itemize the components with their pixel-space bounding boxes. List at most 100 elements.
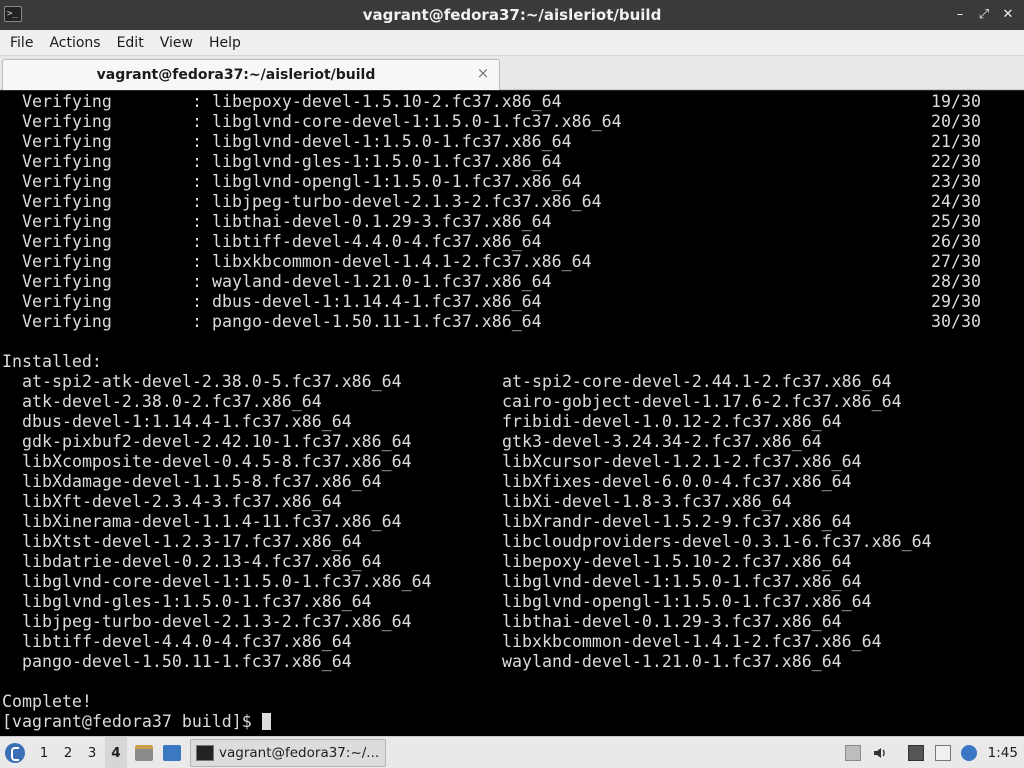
installed-package: libXfixes-devel-6.0.0-4.fc37.x86_64: [502, 472, 852, 491]
verify-action: Verifying: [22, 312, 112, 331]
installed-header: Installed:: [2, 352, 102, 371]
installed-package: gdk-pixbuf2-devel-2.42.10-1.fc37.x86_64: [22, 432, 412, 451]
installed-package: dbus-devel-1:1.14.4-1.fc37.x86_64: [22, 412, 352, 431]
installed-package: fribidi-devel-1.0.12-2.fc37.x86_64: [502, 412, 842, 431]
verify-count: 26/30: [931, 232, 981, 251]
verify-package: : libjpeg-turbo-devel-2.1.3-2.fc37.x86_6…: [192, 192, 602, 211]
installed-package: libglvnd-devel-1:1.5.0-1.fc37.x86_64: [502, 572, 862, 591]
installed-package: libcloudproviders-devel-0.3.1-6.fc37.x86…: [502, 532, 932, 551]
menu-view[interactable]: View: [152, 30, 201, 56]
verify-count: 27/30: [931, 252, 981, 271]
installed-package: libXtst-devel-1.2.3-17.fc37.x86_64: [22, 532, 362, 551]
verify-action: Verifying: [22, 232, 112, 251]
verify-action: Verifying: [22, 272, 112, 291]
menu-help[interactable]: Help: [201, 30, 249, 56]
verify-count: 25/30: [931, 212, 981, 231]
taskbar: 1 2 3 4 vagrant@fedora37:~/... 1:45: [0, 736, 1024, 768]
installed-package: libglvnd-opengl-1:1.5.0-1.fc37.x86_64: [502, 592, 872, 611]
verify-count: 22/30: [931, 152, 981, 171]
menu-file[interactable]: File: [2, 30, 41, 56]
installed-package: wayland-devel-1.21.0-1.fc37.x86_64: [502, 652, 842, 671]
verify-count: 21/30: [931, 132, 981, 151]
verify-package: : libtiff-devel-4.4.0-4.fc37.x86_64: [192, 232, 542, 251]
installed-package: libXinerama-devel-1.1.4-11.fc37.x86_64: [22, 512, 402, 531]
taskbar-terminal-button[interactable]: vagrant@fedora37:~/...: [190, 739, 386, 767]
installed-package: libjpeg-turbo-devel-2.1.3-2.fc37.x86_64: [22, 612, 412, 631]
installed-package: libdatrie-devel-0.2.13-4.fc37.x86_64: [22, 552, 382, 571]
verify-package: : libglvnd-core-devel-1:1.5.0-1.fc37.x86…: [192, 112, 622, 131]
terminal-output[interactable]: Verifying : libepoxy-devel-1.5.10-2.fc37.…: [0, 91, 1024, 736]
verify-package: : libxkbcommon-devel-1.4.1-2.fc37.x86_64: [192, 252, 592, 271]
installed-package: libXrandr-devel-1.5.2-9.fc37.x86_64: [502, 512, 852, 531]
menu-edit[interactable]: Edit: [109, 30, 152, 56]
verify-package: : wayland-devel-1.21.0-1.fc37.x86_64: [192, 272, 552, 291]
verify-package: : libglvnd-opengl-1:1.5.0-1.fc37.x86_64: [192, 172, 582, 191]
taskbar-task-label: vagrant@fedora37:~/...: [219, 745, 380, 761]
installed-package: libXdamage-devel-1.1.5-8.fc37.x86_64: [22, 472, 382, 491]
verify-count: 28/30: [931, 272, 981, 291]
close-icon[interactable]: ✕: [998, 6, 1018, 24]
installed-package: libepoxy-devel-1.5.10-2.fc37.x86_64: [502, 552, 852, 571]
maximize-icon[interactable]: ⤢: [974, 6, 994, 24]
installed-package: libglvnd-gles-1:1.5.0-1.fc37.x86_64: [22, 592, 372, 611]
installed-package: at-spi2-core-devel-2.44.1-2.fc37.x86_64: [502, 372, 892, 391]
verify-package: : libepoxy-devel-1.5.10-2.fc37.x86_64: [192, 92, 562, 111]
workspace-1[interactable]: 1: [33, 737, 55, 768]
verify-action: Verifying: [22, 172, 112, 191]
installed-package: libXcomposite-devel-0.4.5-8.fc37.x86_64: [22, 452, 412, 471]
verify-action: Verifying: [22, 212, 112, 231]
installed-package: atk-devel-2.38.0-2.fc37.x86_64: [22, 392, 322, 411]
tab-label: vagrant@fedora37:~/aisleriot/build: [96, 67, 376, 83]
verify-action: Verifying: [22, 112, 112, 131]
verify-package: : pango-devel-1.50.11-1.fc37.x86_64: [192, 312, 542, 331]
minimize-icon[interactable]: –: [950, 6, 970, 24]
verify-package: : libglvnd-gles-1:1.5.0-1.fc37.x86_64: [192, 152, 562, 171]
desktop-icon[interactable]: [163, 745, 181, 761]
tab-bar: vagrant@fedora37:~/aisleriot/build ×: [0, 56, 1024, 90]
verify-count: 19/30: [931, 92, 981, 111]
shell-prompt: [vagrant@fedora37 build]$: [2, 712, 271, 732]
verify-action: Verifying: [22, 132, 112, 151]
installed-package: libtiff-devel-4.4.0-4.fc37.x86_64: [22, 632, 352, 651]
clipboard-icon[interactable]: [935, 745, 951, 761]
installed-package: libxkbcommon-devel-1.4.1-2.fc37.x86_64: [502, 632, 882, 651]
network-icon[interactable]: [845, 745, 861, 761]
window-titlebar[interactable]: >_ vagrant@fedora37:~/aisleriot/build – …: [0, 0, 1024, 30]
verify-action: Verifying: [22, 92, 112, 111]
installed-package: libXi-devel-1.8-3.fc37.x86_64: [502, 492, 792, 511]
verify-package: : dbus-devel-1:1.14.4-1.fc37.x86_64: [192, 292, 542, 311]
installed-package: at-spi2-atk-devel-2.38.0-5.fc37.x86_64: [22, 372, 402, 391]
window-title: vagrant@fedora37:~/aisleriot/build: [362, 6, 662, 24]
workspace-4[interactable]: 4: [105, 737, 127, 768]
verify-count: 29/30: [931, 292, 981, 311]
verify-count: 24/30: [931, 192, 981, 211]
menu-actions[interactable]: Actions: [41, 30, 108, 56]
verify-action: Verifying: [22, 252, 112, 271]
workspace-2[interactable]: 2: [57, 737, 79, 768]
installed-package: libXcursor-devel-1.2.1-2.fc37.x86_64: [502, 452, 862, 471]
file-manager-icon[interactable]: [135, 745, 153, 761]
volume-icon[interactable]: [872, 745, 888, 761]
installed-package: libglvnd-core-devel-1:1.5.0-1.fc37.x86_6…: [22, 572, 432, 591]
text-cursor: [261, 713, 271, 730]
verify-count: 23/30: [931, 172, 981, 191]
tab-terminal[interactable]: vagrant@fedora37:~/aisleriot/build ×: [2, 59, 500, 90]
menu-bar: File Actions Edit View Help: [0, 30, 1024, 56]
verify-package: : libthai-devel-0.1.29-3.fc37.x86_64: [192, 212, 552, 231]
workspace-3[interactable]: 3: [81, 737, 103, 768]
verify-count: 20/30: [931, 112, 981, 131]
installed-package: pango-devel-1.50.11-1.fc37.x86_64: [22, 652, 352, 671]
verify-count: 30/30: [931, 312, 981, 331]
fedora-menu-icon[interactable]: [5, 743, 25, 763]
verify-action: Verifying: [22, 292, 112, 311]
display-icon[interactable]: [908, 745, 924, 761]
verify-action: Verifying: [22, 152, 112, 171]
complete-message: Complete!: [2, 692, 92, 711]
clock[interactable]: 1:45: [988, 737, 1018, 768]
tab-close-icon[interactable]: ×: [475, 65, 491, 81]
verify-package: : libglvnd-devel-1:1.5.0-1.fc37.x86_64: [192, 132, 572, 151]
installed-package: cairo-gobject-devel-1.17.6-2.fc37.x86_64: [502, 392, 902, 411]
verify-action: Verifying: [22, 192, 112, 211]
notification-icon[interactable]: [961, 745, 977, 761]
terminal-icon: [196, 745, 214, 761]
